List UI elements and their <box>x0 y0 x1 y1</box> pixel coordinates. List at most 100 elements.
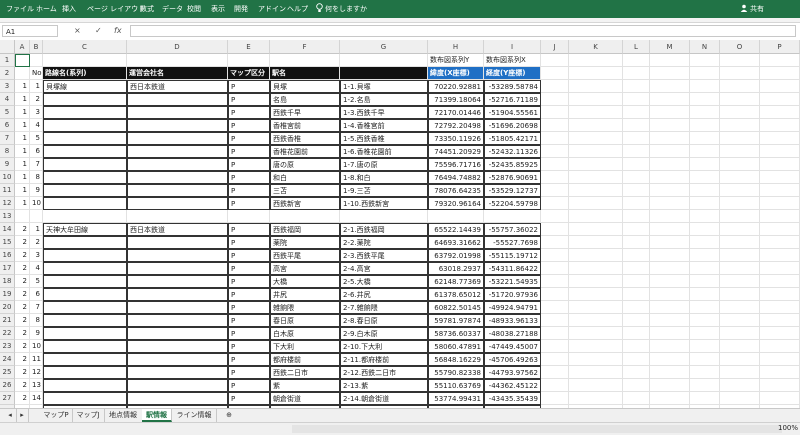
cell-d[interactable] <box>127 210 228 223</box>
cell-f[interactable]: 西鉄福岡 <box>270 223 340 236</box>
cell-c[interactable] <box>43 106 127 119</box>
cell-g[interactable]: 2-4.高宮 <box>340 262 428 275</box>
selected-cell-a1[interactable] <box>15 54 30 67</box>
grid-cell[interactable] <box>690 184 720 197</box>
grid-cell[interactable] <box>541 158 569 171</box>
cell-e[interactable]: P <box>228 119 270 132</box>
sheet-tab-stations[interactable]: 駅情報 <box>142 409 172 422</box>
sheet-tab-map-j[interactable]: マップJ <box>72 409 105 422</box>
cell-h[interactable]: 74451.20929 <box>428 145 484 158</box>
grid-cell[interactable] <box>650 184 690 197</box>
cell-a[interactable]: 2 <box>15 236 30 249</box>
cell-h[interactable]: 64693.31662 <box>428 236 484 249</box>
cell-c[interactable]: 天神大牟田線 <box>43 223 127 236</box>
cell-i[interactable]: -53529.12737 <box>484 184 541 197</box>
grid-cell[interactable] <box>623 262 650 275</box>
cell-f[interactable]: 白木原 <box>270 327 340 340</box>
row-header[interactable]: 25 <box>0 366 15 379</box>
cell-c[interactable] <box>43 366 127 379</box>
grid-cell[interactable] <box>760 184 800 197</box>
share-button[interactable]: 共有 <box>750 4 764 14</box>
column-header-j[interactable]: J <box>541 40 569 54</box>
cell-e[interactable] <box>228 210 270 223</box>
cell-b[interactable]: 8 <box>30 171 43 184</box>
grid-cell[interactable] <box>541 379 569 392</box>
grid-cell[interactable] <box>760 158 800 171</box>
grid-cell[interactable] <box>650 80 690 93</box>
grid-cell[interactable] <box>760 119 800 132</box>
grid-cell[interactable] <box>760 379 800 392</box>
grid-cell[interactable] <box>650 132 690 145</box>
row-header[interactable]: 8 <box>0 145 15 158</box>
cell-c[interactable]: 貝塚線 <box>43 80 127 93</box>
insert-function-icon[interactable]: fx <box>114 26 122 35</box>
cell-a[interactable]: 1 <box>15 158 30 171</box>
column-header-k[interactable]: K <box>569 40 623 54</box>
grid-cell[interactable] <box>650 353 690 366</box>
grid-cell[interactable] <box>541 80 569 93</box>
cell-f[interactable]: 西鉄二日市 <box>270 366 340 379</box>
grid-cell[interactable] <box>541 171 569 184</box>
grid-cell[interactable] <box>690 119 720 132</box>
grid-cell[interactable] <box>690 67 720 80</box>
cell-f[interactable]: 香椎花園前 <box>270 145 340 158</box>
tab-data[interactable]: データ <box>162 4 183 14</box>
cell-g[interactable]: 2-12.西鉄二日市 <box>340 366 428 379</box>
cell-g[interactable]: 2-1.西鉄福岡 <box>340 223 428 236</box>
column-header-i[interactable]: I <box>484 40 541 54</box>
row-header[interactable]: 13 <box>0 210 15 223</box>
column-header-h[interactable]: H <box>428 40 484 54</box>
cell-h[interactable]: 75596.71716 <box>428 158 484 171</box>
cell-a[interactable]: 2 <box>15 340 30 353</box>
header-cell-h[interactable]: 緯度(X座標) <box>428 67 484 80</box>
cell-a[interactable]: 2 <box>15 275 30 288</box>
grid-cell[interactable] <box>650 314 690 327</box>
grid-cell[interactable] <box>541 249 569 262</box>
tell-me-search[interactable]: 何をしますか <box>325 4 367 14</box>
grid-cell[interactable] <box>720 80 760 93</box>
column-header-e[interactable]: E <box>228 40 270 54</box>
row-header[interactable]: 23 <box>0 340 15 353</box>
cell-g[interactable]: 1-10.西鉄新宮 <box>340 197 428 210</box>
grid-cell[interactable] <box>569 171 623 184</box>
cell-e[interactable]: P <box>228 262 270 275</box>
tab-home[interactable]: ホーム <box>36 4 57 14</box>
grid-cell[interactable] <box>623 236 650 249</box>
grid-cell[interactable] <box>760 288 800 301</box>
cell-b[interactable]: 12 <box>30 366 43 379</box>
grid-cell[interactable] <box>623 314 650 327</box>
grid-cell[interactable] <box>690 80 720 93</box>
cell-a[interactable]: 2 <box>15 353 30 366</box>
cell-i[interactable] <box>484 210 541 223</box>
grid-cell[interactable] <box>650 145 690 158</box>
grid-cell[interactable] <box>720 171 760 184</box>
grid-cell[interactable] <box>340 54 428 67</box>
cell-i[interactable]: -52204.59798 <box>484 197 541 210</box>
row-header[interactable]: 24 <box>0 353 15 366</box>
cell-c[interactable] <box>43 262 127 275</box>
grid-cell[interactable] <box>690 249 720 262</box>
grid-cell[interactable] <box>623 197 650 210</box>
cell-e[interactable]: P <box>228 184 270 197</box>
cell-f[interactable]: 香椎宮前 <box>270 119 340 132</box>
cell-g[interactable]: 1-9.三苫 <box>340 184 428 197</box>
grid-cell[interactable] <box>623 106 650 119</box>
cell-b[interactable]: 14 <box>30 392 43 405</box>
cell-d[interactable] <box>127 340 228 353</box>
column-header-g[interactable]: G <box>340 40 428 54</box>
cell-c[interactable] <box>43 171 127 184</box>
column-header-n[interactable]: N <box>690 40 720 54</box>
grid-cell[interactable] <box>760 249 800 262</box>
grid-cell[interactable] <box>569 262 623 275</box>
cell-c[interactable] <box>43 93 127 106</box>
cell-e[interactable]: P <box>228 379 270 392</box>
cell-b[interactable]: 10 <box>30 197 43 210</box>
grid-cell[interactable] <box>569 301 623 314</box>
cell-a[interactable]: 2 <box>15 301 30 314</box>
grid-cell[interactable] <box>569 275 623 288</box>
grid-cell[interactable] <box>569 197 623 210</box>
cell-g[interactable]: 1-4.香椎宮前 <box>340 119 428 132</box>
cell-d[interactable]: 西日本鉄道 <box>127 223 228 236</box>
grid-cell[interactable] <box>650 288 690 301</box>
grid-cell[interactable] <box>650 379 690 392</box>
